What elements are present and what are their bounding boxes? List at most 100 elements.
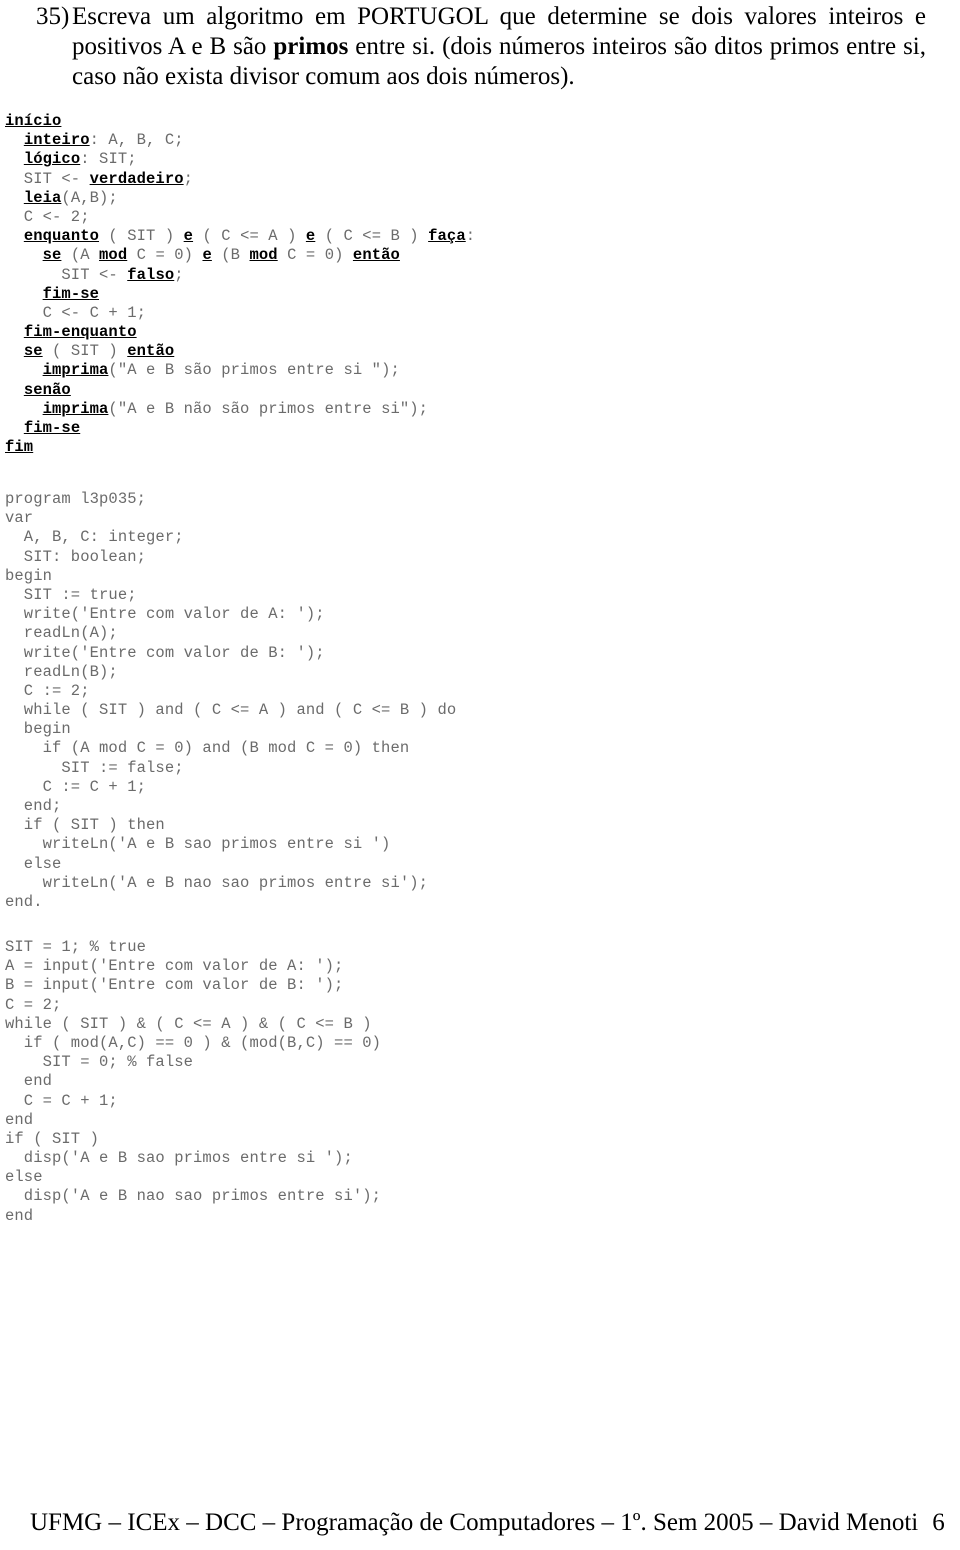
code-keyword: fim-se bbox=[42, 284, 100, 303]
code-line: fim-enquanto bbox=[5, 323, 475, 342]
code-text: : A, B, C; bbox=[89, 131, 184, 150]
code-text: SIT = 1; % true bbox=[5, 938, 147, 956]
code-text: : SIT; bbox=[80, 150, 137, 169]
code-text: (A bbox=[61, 246, 100, 265]
code-text: write('Entre com valor de B: '); bbox=[5, 643, 325, 662]
code-keyword: início bbox=[5, 112, 62, 130]
code-line: program l3p035; bbox=[5, 490, 456, 509]
code-line: C := 2; bbox=[5, 682, 456, 701]
code-line: end. bbox=[5, 893, 456, 912]
code-text: C = 0) bbox=[277, 246, 353, 265]
code-text: B = input('Entre com valor de B: '); bbox=[5, 976, 344, 995]
code-line: senão bbox=[5, 381, 475, 400]
code-keyword: inteiro bbox=[23, 131, 90, 150]
code-text: C := 2; bbox=[5, 681, 90, 700]
code-keyword: fim-se bbox=[23, 419, 81, 437]
code-line: write('Entre com valor de A: '); bbox=[5, 605, 456, 624]
code-keyword: imprima bbox=[42, 399, 109, 418]
code-text: readLn(A); bbox=[5, 624, 118, 643]
question-number: 35) bbox=[36, 3, 70, 30]
code-keyword: se bbox=[23, 342, 43, 361]
code-line: if ( mod(A,C) == 0 ) & (mod(B,C) == 0) bbox=[5, 1034, 381, 1053]
code-text: (B bbox=[211, 246, 250, 265]
code-line: se (A mod C = 0) e (B mod C = 0) então bbox=[5, 246, 475, 265]
code-line: while ( SIT ) & ( C <= A ) & ( C <= B ) bbox=[5, 1015, 381, 1034]
code-text: program l3p035; bbox=[5, 490, 147, 508]
code-line: begin bbox=[5, 567, 456, 586]
code-line: SIT = 1; % true bbox=[5, 938, 381, 957]
code-text: disp('A e B nao sao primos entre si'); bbox=[5, 1187, 382, 1206]
question-line-2: positivos A e B são primos entre si. (do… bbox=[72, 32, 926, 62]
code-text: SIT <- bbox=[5, 265, 128, 284]
code-text: : bbox=[465, 227, 476, 246]
matlab-code-block: SIT = 1; % true A = input('Entre com valo… bbox=[5, 938, 381, 1226]
code-text: C = 0) bbox=[127, 246, 203, 265]
code-line: end; bbox=[5, 797, 456, 816]
code-text: begin bbox=[5, 720, 71, 739]
code-keyword: falso bbox=[127, 265, 175, 284]
code-line: se ( SIT ) então bbox=[5, 342, 475, 361]
code-text: if (A mod C = 0) and (B mod C = 0) then bbox=[5, 739, 410, 758]
code-text: ; bbox=[183, 169, 194, 188]
page-footer: UFMG – ICEx – DCC – Programação de Compu… bbox=[30, 1508, 945, 1538]
code-line: início bbox=[5, 112, 475, 131]
code-line: C <- C + 1; bbox=[5, 304, 475, 323]
code-line: A = input('Entre com valor de A: '); bbox=[5, 957, 381, 976]
code-line: write('Entre com valor de B: '); bbox=[5, 644, 456, 663]
code-line: fim-se bbox=[5, 419, 475, 438]
code-text: readLn(B); bbox=[5, 662, 118, 681]
question-line-2-pre: positivos A e B são bbox=[72, 33, 274, 60]
code-text: begin bbox=[5, 566, 53, 585]
code-text: A = input('Entre com valor de A: '); bbox=[5, 957, 344, 976]
code-line: SIT := true; bbox=[5, 586, 456, 605]
code-line: fim-se bbox=[5, 285, 475, 304]
code-line: else bbox=[5, 855, 456, 874]
code-text: while ( SIT ) and ( C <= A ) and ( C <= … bbox=[5, 701, 457, 720]
code-text: A, B, C: integer; bbox=[5, 528, 184, 547]
code-keyword: enquanto bbox=[23, 227, 100, 246]
code-line: leia(A,B); bbox=[5, 189, 475, 208]
code-text: end. bbox=[5, 892, 43, 911]
code-text: SIT := false; bbox=[5, 758, 184, 777]
code-line: if (A mod C = 0) and (B mod C = 0) then bbox=[5, 739, 456, 758]
footer-course-info: UFMG – ICEx – DCC – Programação de Compu… bbox=[30, 1509, 919, 1536]
code-line: C := C + 1; bbox=[5, 778, 456, 797]
code-keyword: lógico bbox=[23, 150, 81, 169]
code-keyword: imprima bbox=[42, 361, 109, 380]
code-line: C = C + 1; bbox=[5, 1092, 381, 1111]
code-line: enquanto ( SIT ) e ( C <= A ) e ( C <= B… bbox=[5, 227, 475, 246]
code-line: end bbox=[5, 1207, 381, 1226]
code-keyword: fim-enquanto bbox=[23, 323, 137, 342]
code-text: end bbox=[5, 1072, 53, 1091]
portugol-code-block: início inteiro: A, B, C; lógico: SIT; SI… bbox=[5, 112, 475, 457]
code-text: end bbox=[5, 1110, 34, 1129]
code-keyword: faça bbox=[428, 227, 466, 246]
code-line: inteiro: A, B, C; bbox=[5, 131, 475, 150]
question-text: Escreva um algoritmo em PORTUGOL que det… bbox=[72, 2, 926, 92]
code-text: disp('A e B sao primos entre si '); bbox=[5, 1149, 353, 1168]
code-text: while ( SIT ) & ( C <= A ) & ( C <= B ) bbox=[5, 1014, 372, 1033]
code-line: SIT = 0; % false bbox=[5, 1053, 381, 1072]
question-line-1: Escreva um algoritmo em PORTUGOL que det… bbox=[72, 3, 926, 30]
code-text: write('Entre com valor de A: '); bbox=[5, 605, 325, 624]
code-line: imprima("A e B são primos entre si "); bbox=[5, 361, 475, 380]
code-keyword: mod bbox=[249, 246, 278, 265]
code-keyword: e bbox=[202, 246, 212, 265]
code-text: C <- C + 1; bbox=[5, 303, 147, 322]
code-text: SIT := true; bbox=[5, 585, 137, 604]
code-line: SIT := false; bbox=[5, 759, 456, 778]
code-line: readLn(A); bbox=[5, 624, 456, 643]
code-text: SIT <- bbox=[5, 169, 90, 188]
code-text: C = 2; bbox=[5, 995, 62, 1014]
code-text: var bbox=[5, 509, 34, 528]
code-text: writeLn('A e B nao sao primos entre si')… bbox=[5, 873, 429, 892]
code-text: ( SIT ) bbox=[42, 342, 128, 361]
code-keyword: fim bbox=[5, 438, 34, 457]
code-line: SIT <- verdadeiro; bbox=[5, 170, 475, 189]
